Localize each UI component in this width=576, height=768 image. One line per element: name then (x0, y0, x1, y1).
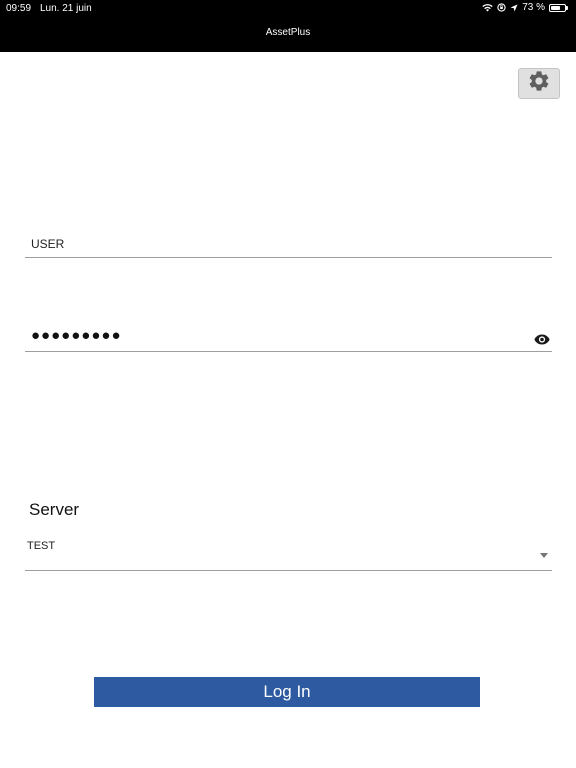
server-selected-value: TEST (27, 540, 56, 552)
battery-fill (551, 5, 561, 10)
app-title: AssetPlus (265, 27, 311, 38)
username-field[interactable]: USER (25, 228, 552, 258)
orientation-lock-icon (497, 3, 506, 12)
battery-percent: 73 % (522, 2, 545, 13)
status-indicators: 73 % (482, 2, 568, 13)
server-label: Server (29, 500, 80, 519)
password-field[interactable]: ●●●●●●●●● (25, 322, 552, 352)
top-bar: 09:59 Lun. 21 juin 73 % AssetPlus (0, 0, 576, 52)
server-select[interactable]: TEST (25, 537, 552, 571)
chevron-down-icon[interactable] (540, 553, 548, 558)
settings-button[interactable] (518, 68, 560, 99)
status-date: Lun. 21 juin (40, 3, 92, 14)
password-value: ●●●●●●●●● (31, 327, 122, 344)
battery-body (549, 3, 566, 12)
username-value: USER (31, 237, 65, 251)
wifi-icon (482, 3, 493, 12)
login-button[interactable]: Log In (94, 677, 480, 707)
eye-icon[interactable] (534, 332, 550, 350)
gear-icon (527, 69, 551, 98)
status-time: 09:59 (6, 3, 32, 14)
battery-tip (566, 5, 568, 10)
location-arrow-icon (510, 4, 518, 12)
login-screen: 09:59 Lun. 21 juin 73 % AssetPlus USER ●… (0, 0, 576, 768)
battery-icon (549, 3, 568, 12)
